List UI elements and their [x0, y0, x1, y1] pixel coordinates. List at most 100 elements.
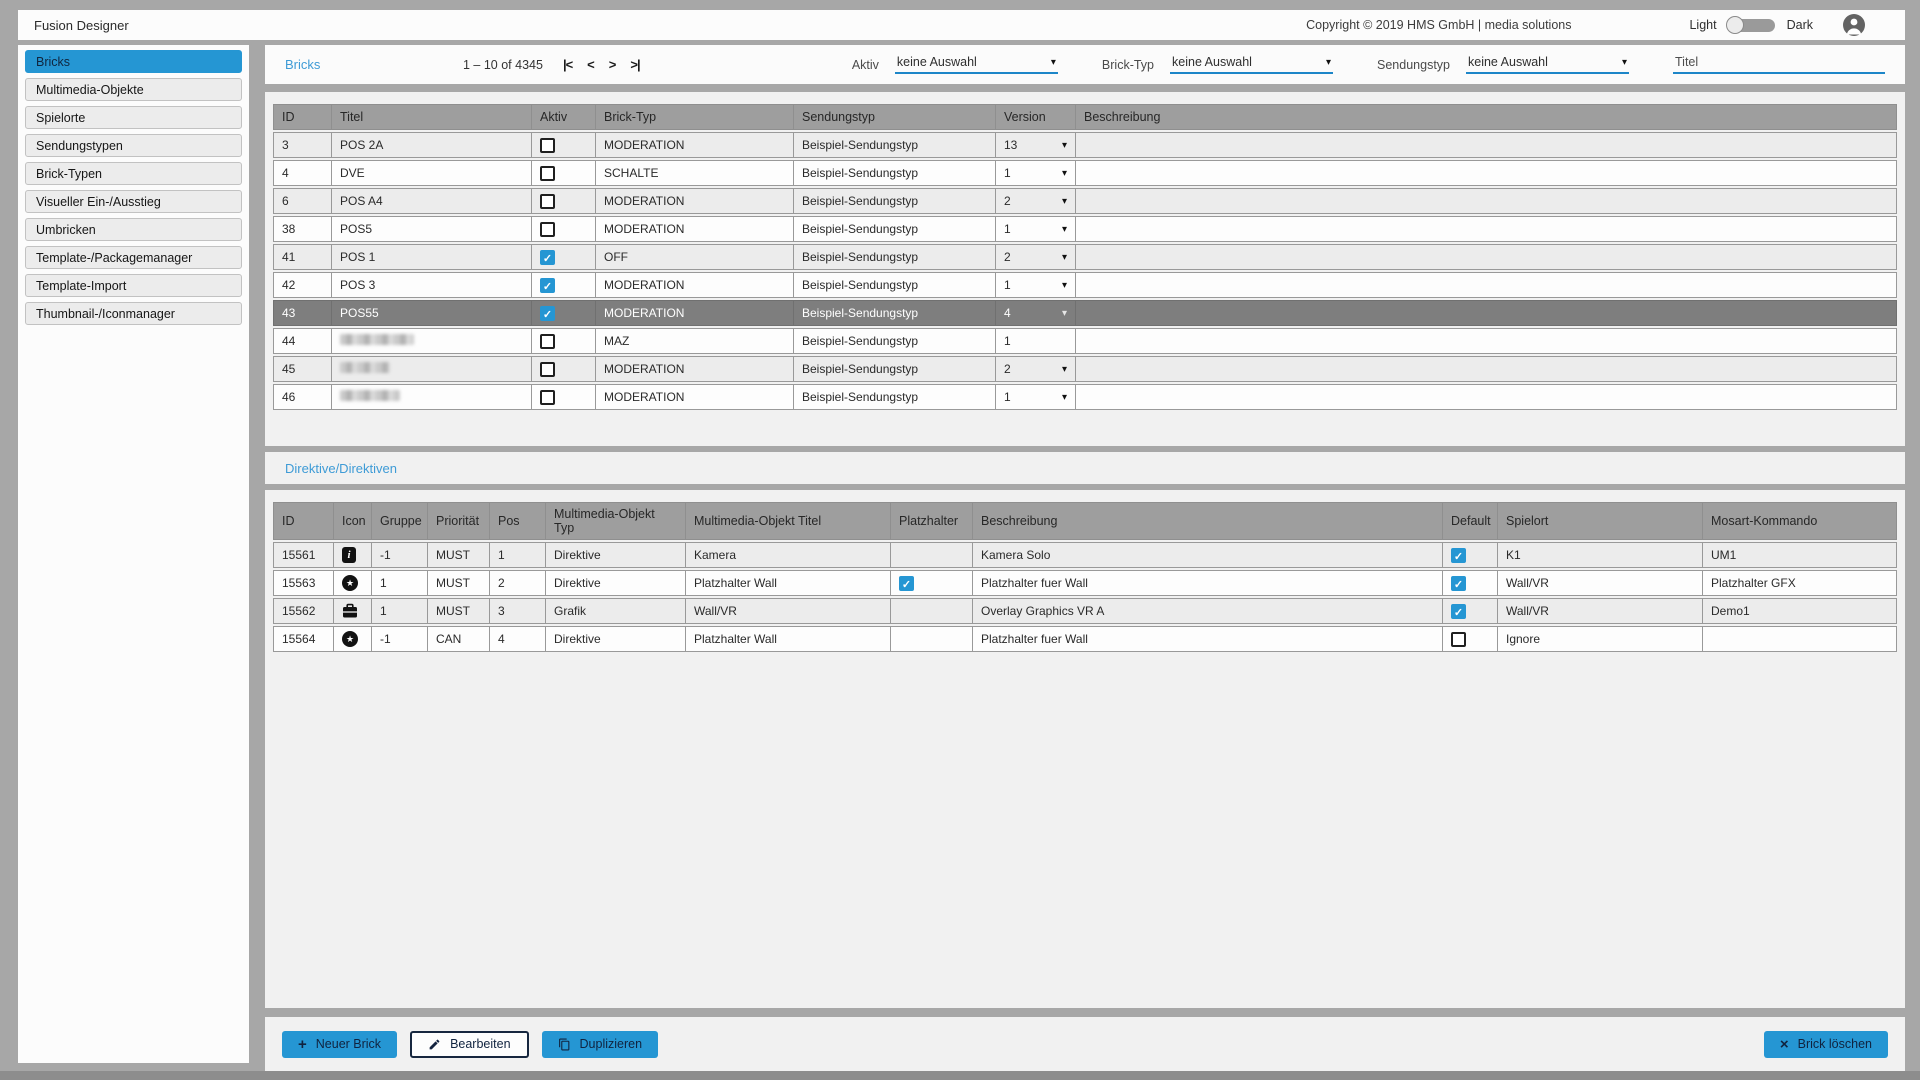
- aktiv-checkbox[interactable]: [540, 194, 555, 209]
- brick-row[interactable]: 41POS 1✓OFFBeispiel-Sendungstyp2▾: [273, 244, 1897, 270]
- cell-brick-typ: MODERATION: [595, 356, 793, 382]
- cell-sendungstyp: Beispiel-Sendungstyp: [793, 300, 995, 326]
- first-page-icon[interactable]: |<: [563, 57, 572, 72]
- last-page-icon[interactable]: >|: [630, 57, 639, 72]
- sidebar-item-umbricken[interactable]: Umbricken: [25, 218, 242, 241]
- aktiv-checkbox[interactable]: ✓: [540, 250, 555, 265]
- cell-titel: POS55: [331, 300, 531, 326]
- brick-row[interactable]: 4DVESCHALTEBeispiel-Sendungstyp1▾: [273, 160, 1897, 186]
- neuer-brick-button[interactable]: + Neuer Brick: [282, 1031, 397, 1058]
- pagination: 1 – 10 of 4345 |< < > >|: [463, 56, 655, 74]
- aktiv-checkbox[interactable]: [540, 222, 555, 237]
- cell-spielort: Wall/VR: [1497, 598, 1702, 624]
- version-dropdown[interactable]: 2▾: [1004, 362, 1067, 376]
- cell-id: 44: [273, 328, 331, 354]
- sidebar-item-visueller-ein-ausstieg[interactable]: Visueller Ein-/Ausstieg: [25, 190, 242, 213]
- brick-row[interactable]: 3POS 2AMODERATIONBeispiel-Sendungstyp13▾: [273, 132, 1897, 158]
- brick-row[interactable]: 38POS5MODERATIONBeispiel-Sendungstyp1▾: [273, 216, 1897, 242]
- chevron-left-icon[interactable]: <: [587, 57, 594, 72]
- brick-row[interactable]: 6POS A4MODERATIONBeispiel-Sendungstyp2▾: [273, 188, 1897, 214]
- titel-filter-input[interactable]: [1673, 55, 1885, 74]
- sidebar-item-multimedia-objekte[interactable]: Multimedia-Objekte: [25, 78, 242, 101]
- info-badge-icon: i: [342, 547, 356, 563]
- aktiv-checkbox[interactable]: [540, 362, 555, 377]
- cell-brick-typ: MODERATION: [595, 216, 793, 242]
- bottom-edge: [0, 1071, 1920, 1080]
- version-dropdown[interactable]: 13▾: [1004, 138, 1067, 152]
- default-checkbox[interactable]: ✓: [1451, 576, 1466, 591]
- cell-id: 15563: [273, 570, 333, 596]
- sidebar-item-template-packagemanager[interactable]: Template-/Packagemanager: [25, 246, 242, 269]
- cell-beschreibung: [1075, 132, 1897, 158]
- filter-dropdown-aktiv[interactable]: keine Auswahl▾: [895, 55, 1058, 74]
- brick-row[interactable]: 44MAZBeispiel-Sendungstyp1: [273, 328, 1897, 354]
- direktive-row[interactable]: 155621MUST3GrafikWall/VROverlay Graphics…: [273, 598, 1897, 624]
- cell-id: 4: [273, 160, 331, 186]
- column-header: Version: [995, 104, 1075, 130]
- theme-toggle-switch[interactable]: [1729, 19, 1775, 32]
- filter-dropdown-brick-typ[interactable]: keine Auswahl▾: [1170, 55, 1333, 74]
- aktiv-checkbox[interactable]: ✓: [540, 278, 555, 293]
- cell-version: 1▾: [995, 272, 1075, 298]
- filter-dropdown-sendungstyp[interactable]: keine Auswahl▾: [1466, 55, 1629, 74]
- aktiv-checkbox[interactable]: [540, 166, 555, 181]
- filter-group-brick-typ: Brick-Typkeine Auswahl▾: [1102, 55, 1333, 74]
- sidebar-item-sendungstypen[interactable]: Sendungstypen: [25, 134, 242, 157]
- column-header: Multimedia-Objekt Titel: [685, 502, 890, 540]
- sidebar-item-brick-typen[interactable]: Brick-Typen: [25, 162, 242, 185]
- column-header: Beschreibung: [972, 502, 1442, 540]
- default-checkbox[interactable]: ✓: [1451, 548, 1466, 563]
- direktive-row[interactable]: 15564★-1CAN4DirektivePlatzhalter WallPla…: [273, 626, 1897, 652]
- direktiven-header-bar: Direktive/Direktiven: [265, 452, 1905, 484]
- cell-id: 46: [273, 384, 331, 410]
- version-dropdown[interactable]: 2▾: [1004, 250, 1067, 264]
- pagination-range: 1 – 10 of 4345: [463, 58, 543, 72]
- bearbeiten-button[interactable]: Bearbeiten: [410, 1031, 528, 1058]
- cell-brick-typ: MODERATION: [595, 188, 793, 214]
- sidebar-item-bricks[interactable]: Bricks: [25, 50, 242, 73]
- sidebar-item-spielorte[interactable]: Spielorte: [25, 106, 242, 129]
- version-dropdown[interactable]: 4▾: [1004, 306, 1067, 320]
- version-dropdown[interactable]: 1▾: [1004, 390, 1067, 404]
- cell-id: 6: [273, 188, 331, 214]
- cell-titel: POS A4: [331, 188, 531, 214]
- cell-prioritaet: MUST: [427, 570, 489, 596]
- duplizieren-button[interactable]: Duplizieren: [542, 1031, 659, 1058]
- cell-brick-typ: MODERATION: [595, 384, 793, 410]
- version-dropdown[interactable]: 1▾: [1004, 278, 1067, 292]
- brick-row[interactable]: 46MODERATIONBeispiel-Sendungstyp1▾: [273, 384, 1897, 410]
- brick-loeschen-button[interactable]: × Brick löschen: [1764, 1031, 1888, 1058]
- user-avatar-icon[interactable]: [1843, 14, 1865, 36]
- cell-id: 38: [273, 216, 331, 242]
- close-icon: ×: [1780, 1036, 1789, 1053]
- column-header: ID: [273, 104, 331, 130]
- cell-platzhalter: [890, 542, 972, 568]
- cell-brick-typ: MODERATION: [595, 300, 793, 326]
- chevron-right-icon[interactable]: >: [609, 57, 616, 72]
- bricks-table: IDTitelAktivBrick-TypSendungstypVersionB…: [273, 102, 1897, 412]
- brick-row[interactable]: 45MODERATIONBeispiel-Sendungstyp2▾: [273, 356, 1897, 382]
- direktiven-table-panel: IDIconGruppePrioritätPosMultimedia-Objek…: [265, 490, 1905, 1008]
- version-dropdown[interactable]: 1▾: [1004, 222, 1067, 236]
- direktive-row[interactable]: 15563★1MUST2DirektivePlatzhalter Wall✓Pl…: [273, 570, 1897, 596]
- aktiv-checkbox[interactable]: [540, 138, 555, 153]
- brick-row[interactable]: 42POS 3✓MODERATIONBeispiel-Sendungstyp1▾: [273, 272, 1897, 298]
- toggle-knob[interactable]: [1726, 16, 1744, 34]
- sidebar-item-thumbnail-iconmanager[interactable]: Thumbnail-/Iconmanager: [25, 302, 242, 325]
- sidebar-item-template-import[interactable]: Template-Import: [25, 274, 242, 297]
- cell-beschreibung: [1075, 188, 1897, 214]
- platzhalter-checkbox[interactable]: ✓: [899, 576, 914, 591]
- aktiv-checkbox[interactable]: [540, 334, 555, 349]
- aktiv-checkbox[interactable]: [540, 390, 555, 405]
- aktiv-checkbox[interactable]: ✓: [540, 306, 555, 321]
- version-dropdown[interactable]: 1▾: [1004, 166, 1067, 180]
- default-checkbox[interactable]: ✓: [1451, 604, 1466, 619]
- cell-aktiv: [531, 356, 595, 382]
- theme-toggle[interactable]: Light Dark: [1689, 18, 1813, 32]
- cell-beschreibung: [1075, 356, 1897, 382]
- column-header: Spielort: [1497, 502, 1702, 540]
- version-dropdown[interactable]: 2▾: [1004, 194, 1067, 208]
- direktive-row[interactable]: 15561i-1MUST1DirektiveKameraKamera Solo✓…: [273, 542, 1897, 568]
- brick-row[interactable]: 43POS55✓MODERATIONBeispiel-Sendungstyp4▾: [273, 300, 1897, 326]
- default-checkbox[interactable]: [1451, 632, 1466, 647]
